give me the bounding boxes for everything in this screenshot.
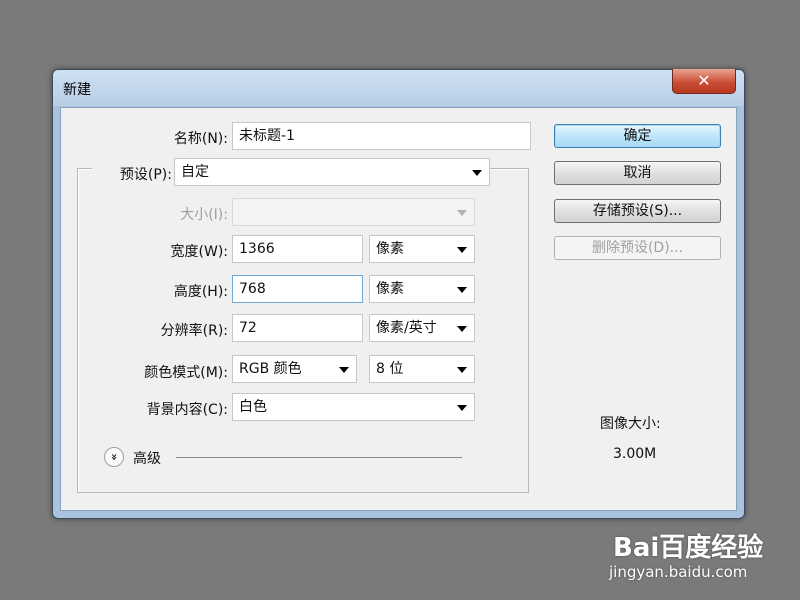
color-mode-select[interactable]: RGB 颜色 — [232, 355, 357, 383]
bit-depth-select[interactable]: 8 位 — [369, 355, 475, 383]
image-size-value: 3.00M — [613, 446, 657, 462]
width-unit-value: 像素 — [376, 241, 404, 257]
background-value: 白色 — [239, 399, 267, 415]
advanced-label[interactable]: 高级 — [133, 448, 161, 468]
resolution-unit-value: 像素/英寸 — [376, 320, 437, 336]
name-label: 名称(N): — [173, 131, 228, 147]
image-size-label: 图像大小: — [600, 416, 661, 432]
height-label: 高度(H): — [173, 284, 228, 300]
background-select[interactable]: 白色 — [232, 393, 475, 421]
preset-label: 预设(P): — [92, 164, 174, 184]
watermark-url: jingyan.baidu.com — [609, 563, 748, 581]
resolution-unit-select[interactable]: 像素/英寸 — [369, 314, 475, 342]
chevron-down-icon — [339, 367, 349, 373]
height-input[interactable]: 768 — [232, 275, 363, 303]
name-input[interactable]: 未标题-1 — [232, 122, 531, 150]
double-chevron-down-icon[interactable]: » — [104, 447, 124, 467]
expander-glyph: » — [108, 453, 121, 461]
advanced-divider — [176, 457, 462, 458]
bit-depth-value: 8 位 — [376, 361, 404, 377]
size-label: 大小(I): — [180, 207, 228, 223]
chevron-down-icon — [457, 326, 467, 332]
color-mode-label: 颜色模式(M): — [144, 365, 228, 381]
height-unit-select[interactable]: 像素 — [369, 275, 475, 303]
background-label: 背景内容(C): — [146, 402, 228, 418]
ok-button[interactable]: 确定 — [554, 124, 721, 148]
height-unit-value: 像素 — [376, 281, 404, 297]
resolution-label: 分辨率(R): — [160, 323, 228, 339]
chevron-down-icon — [457, 247, 467, 253]
chevron-down-icon — [457, 210, 467, 216]
width-label: 宽度(W): — [170, 244, 228, 260]
cancel-button[interactable]: 取消 — [554, 161, 721, 185]
preset-value: 自定 — [181, 164, 209, 180]
resolution-input[interactable]: 72 — [232, 314, 363, 342]
color-mode-value: RGB 颜色 — [239, 361, 302, 377]
chevron-down-icon — [457, 287, 467, 293]
preset-select[interactable]: 自定 — [174, 158, 490, 186]
size-select[interactable] — [232, 198, 475, 226]
save-preset-button[interactable]: 存储预设(S)... — [554, 199, 721, 223]
chevron-down-icon — [457, 367, 467, 373]
chevron-down-icon — [457, 405, 467, 411]
dialog-content: 名称(N): 未标题-1 预设(P): 自定 大小(I): 宽度(W): 136… — [0, 0, 800, 600]
delete-preset-button[interactable]: 删除预设(D)... — [554, 236, 721, 260]
chevron-down-icon — [472, 170, 482, 176]
width-unit-select[interactable]: 像素 — [369, 235, 475, 263]
width-input[interactable]: 1366 — [232, 235, 363, 263]
baidu-jingyan-logo: Bai百度经验 — [613, 533, 764, 563]
